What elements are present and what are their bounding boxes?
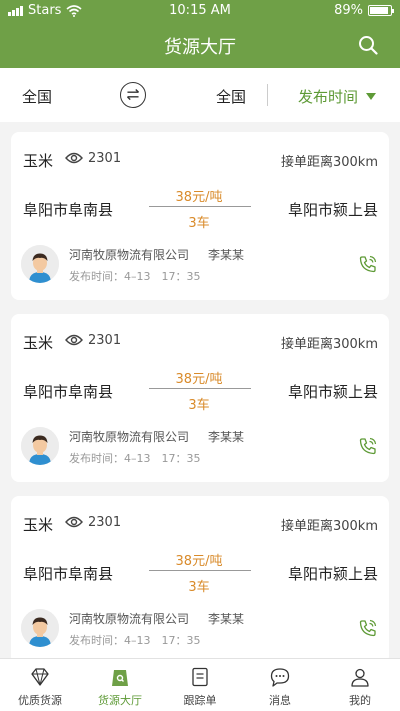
search-icon[interactable] — [358, 35, 378, 55]
goods-name: 玉米 — [23, 152, 54, 170]
contact-person: 李某某 — [208, 430, 245, 444]
battery-percent: 89% — [334, 3, 363, 18]
cargo-list: 玉米 2301 接单距离300km 阜阳市阜南县 38元/吨 3车 阜阳市颍上县… — [0, 122, 400, 658]
eye-icon — [65, 152, 83, 164]
destination-city: 阜阳市颍上县 — [287, 383, 378, 401]
tab-label: 跟踪单 — [183, 694, 217, 707]
cargo-card[interactable]: 玉米 2301 接单距离300km 阜阳市阜南县 38元/吨 3车 阜阳市颍上县… — [11, 132, 389, 300]
order-distance: 接单距离300km — [280, 519, 378, 534]
company-name: 河南牧原物流有限公司 — [69, 248, 190, 262]
route-line — [149, 206, 251, 207]
document-icon — [192, 667, 208, 687]
phone-icon[interactable] — [359, 255, 377, 273]
order-distance: 接单距离300km — [280, 337, 378, 352]
avatar — [21, 245, 59, 283]
company-name: 河南牧原物流有限公司 — [69, 612, 190, 626]
phone-icon[interactable] — [359, 619, 377, 637]
filter-divider — [267, 84, 268, 106]
tab-label: 货源大厅 — [98, 694, 142, 707]
tab-label: 优质货源 — [18, 694, 62, 707]
destination-city: 阜阳市颍上县 — [287, 565, 378, 583]
status-bar: Stars 10:15 AM 89% — [0, 0, 400, 22]
top-bar: Stars 10:15 AM 89% 货源大厅 — [0, 0, 400, 68]
tab-tracking[interactable]: 跟踪单 — [160, 659, 240, 711]
tab-bar: 优质货源 货源大厅 跟踪单 消息 我的 — [0, 658, 400, 711]
contact-person: 李某某 — [208, 248, 245, 262]
avatar — [21, 427, 59, 465]
destination-filter[interactable]: 全国 — [216, 86, 246, 107]
publish-time: 发布时间：4–13 17：35 — [69, 452, 201, 465]
publish-time: 发布时间：4–13 17：35 — [69, 634, 201, 647]
company-name: 河南牧原物流有限公司 — [69, 430, 190, 444]
cargo-card[interactable]: 玉米 2301 接单距离300km 阜阳市阜南县 38元/吨 3车 阜阳市颍上县… — [11, 496, 389, 658]
tab-cargo-hall[interactable]: 货源大厅 — [80, 659, 160, 711]
tab-profile[interactable]: 我的 — [320, 659, 400, 711]
tab-label: 我的 — [349, 694, 371, 707]
user-icon — [351, 668, 369, 687]
contact-person: 李某某 — [208, 612, 245, 626]
order-distance: 接单距离300km — [280, 155, 378, 170]
tab-messages[interactable]: 消息 — [240, 659, 320, 711]
origin-city: 阜阳市阜南县 — [23, 565, 114, 583]
swap-icon[interactable] — [120, 82, 146, 108]
eye-icon — [65, 334, 83, 346]
truck-count: 3车 — [188, 580, 210, 595]
avatar — [21, 609, 59, 647]
cargo-card[interactable]: 玉米 2301 接单距离300km 阜阳市阜南县 38元/吨 3车 阜阳市颍上县… — [11, 314, 389, 482]
truck-count: 3车 — [188, 398, 210, 413]
price: 38元/吨 — [175, 190, 223, 205]
battery-icon — [368, 5, 394, 16]
chat-bubble-icon — [270, 668, 290, 687]
view-count: 2301 — [88, 151, 122, 166]
publish-time: 发布时间：4–13 17：35 — [69, 270, 201, 283]
origin-filter[interactable]: 全国 — [22, 86, 52, 107]
destination-city: 阜阳市颍上县 — [287, 201, 378, 219]
origin-city: 阜阳市阜南县 — [23, 201, 114, 219]
view-count: 2301 — [88, 515, 122, 530]
truck-count: 3车 — [188, 216, 210, 231]
sort-label: 发布时间 — [298, 88, 359, 106]
tab-quality-cargo[interactable]: 优质货源 — [0, 659, 80, 711]
tab-label: 消息 — [269, 694, 291, 707]
route-line — [149, 388, 251, 389]
filter-bar: 全国 全国 发布时间 — [0, 68, 400, 122]
goods-name: 玉米 — [23, 334, 54, 352]
caret-down-icon — [366, 93, 377, 100]
goods-name: 玉米 — [23, 516, 54, 534]
phone-icon[interactable] — [359, 437, 377, 455]
diamond-icon — [31, 668, 49, 686]
price: 38元/吨 — [175, 372, 223, 387]
sort-dropdown[interactable]: 发布时间 — [298, 86, 377, 107]
origin-city: 阜阳市阜南县 — [23, 383, 114, 401]
shopping-bag-icon — [112, 670, 128, 686]
route-line — [149, 570, 251, 571]
eye-icon — [65, 516, 83, 528]
price: 38元/吨 — [175, 554, 223, 569]
view-count: 2301 — [88, 333, 122, 348]
page-title: 货源大厅 — [164, 37, 236, 58]
